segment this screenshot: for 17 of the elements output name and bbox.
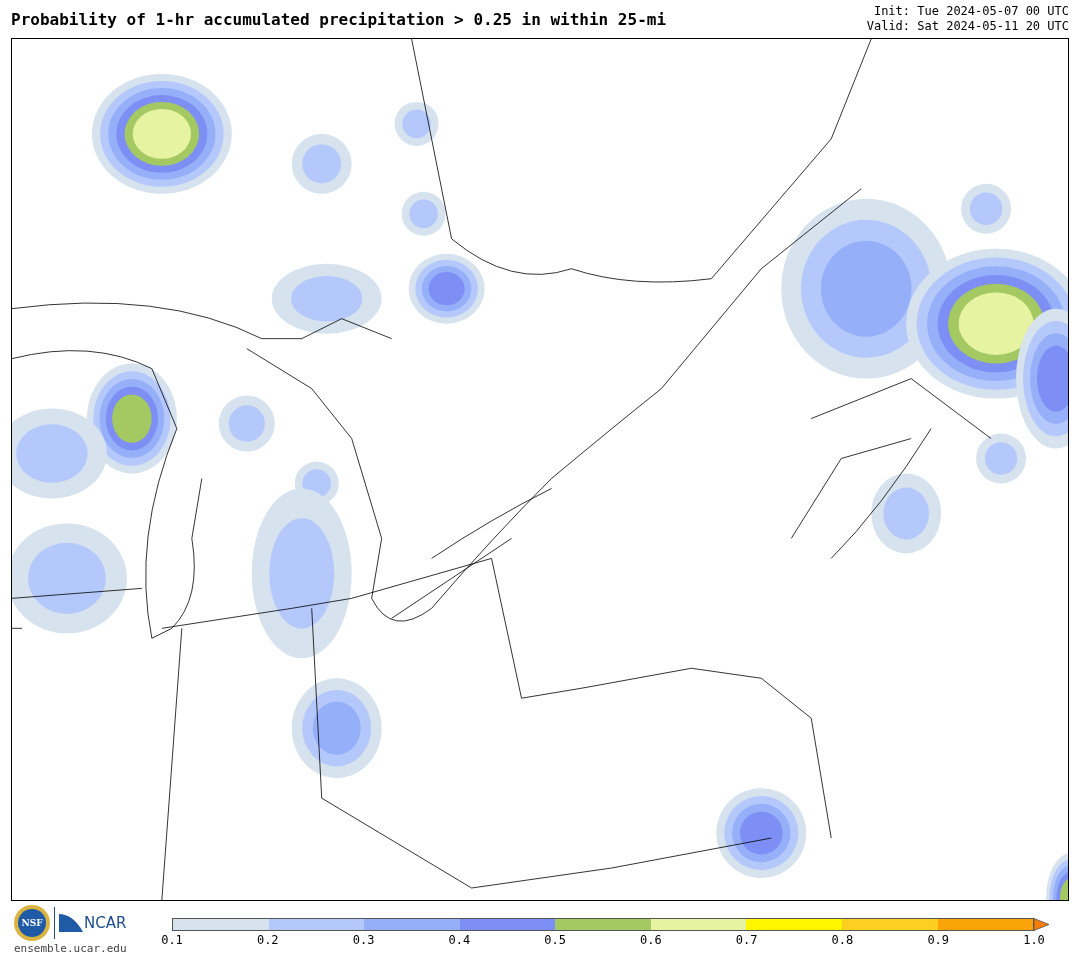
color-scale-tick-label: 1.0 <box>1023 934 1045 946</box>
nsf-logo-text: NSF <box>21 918 43 928</box>
website-url: ensemble.ucar.edu <box>14 943 128 954</box>
color-scale-tick-label: 0.7 <box>735 934 758 946</box>
color-scale-tick-label: 0.1 <box>161 934 183 946</box>
color-scale-tick-label: 0.5 <box>544 934 566 946</box>
color-scale-tick-label: 0.2 <box>256 934 279 946</box>
ncar-logo-icon <box>59 914 83 932</box>
color-scale-tick-label: 0.4 <box>448 934 471 946</box>
valid-time: Valid: Sat 2024-05-11 20 UTC <box>866 19 1069 34</box>
color-scale-tick-label: 0.8 <box>831 934 854 946</box>
color-scale-tick-label: 0.3 <box>352 934 375 946</box>
ncar-logo-text: NCAR <box>84 915 127 931</box>
chart-title: Probability of 1-hr accumulated precipitation > 0.25 in within 25-mi <box>11 12 667 28</box>
init-time: Init: Tue 2024-05-07 00 UTC <box>873 4 1069 19</box>
color-scale-tick-label: 0.9 <box>927 934 950 946</box>
color-scale-tick-label: 0.6 <box>640 934 662 946</box>
